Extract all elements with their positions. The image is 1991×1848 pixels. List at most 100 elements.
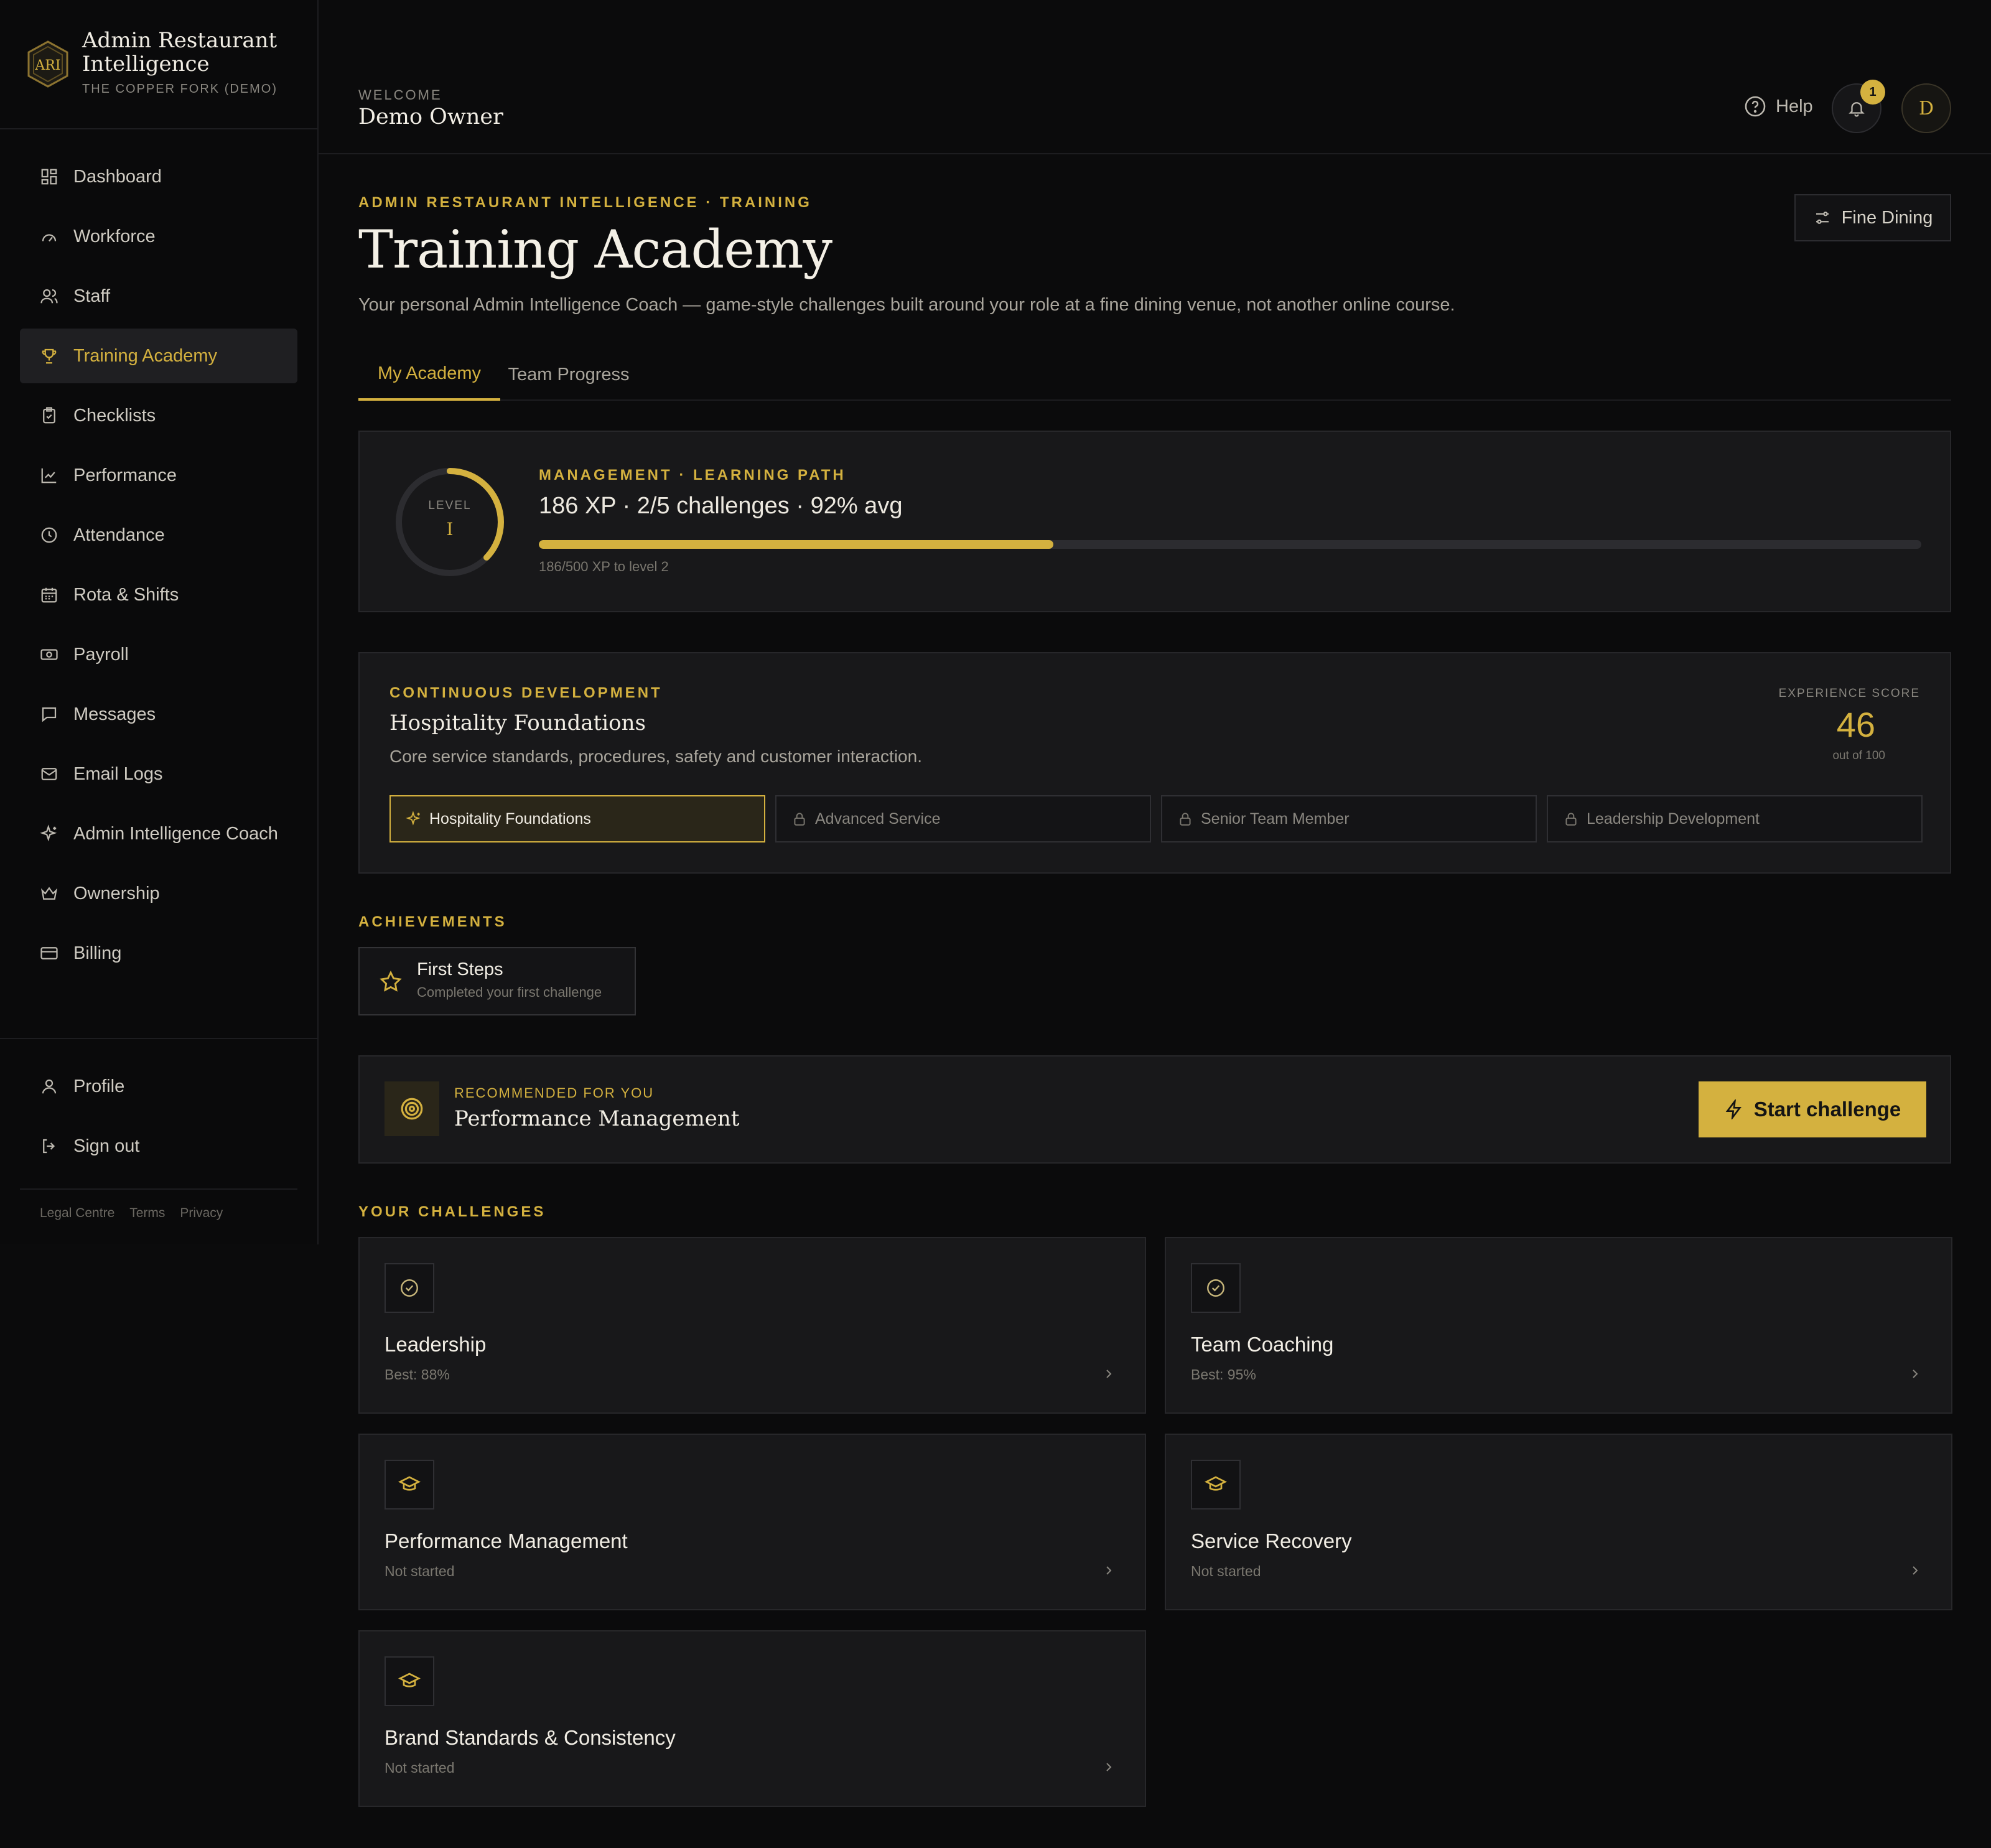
- challenge-title: Performance Management: [385, 1529, 628, 1552]
- sidebar-item-performance[interactable]: Performance: [20, 448, 297, 503]
- sidebar-item-ownership[interactable]: Ownership: [20, 866, 297, 921]
- challenge-title: Team Coaching: [1191, 1333, 1334, 1356]
- recommended-title: Performance Management: [454, 1106, 740, 1131]
- help-button[interactable]: Help: [1743, 95, 1813, 118]
- sidebar-item-checklists[interactable]: Checklists: [20, 388, 297, 443]
- sidebar-item-label: Email Logs: [73, 763, 163, 784]
- logo-lettering: ARI: [34, 58, 60, 73]
- challenge-card-team-coaching[interactable]: Team Coaching Best: 95%: [1165, 1237, 1952, 1414]
- sidebar-item-dashboard[interactable]: Dashboard: [20, 149, 297, 204]
- sidebar-item-billing[interactable]: Billing: [20, 926, 297, 981]
- mail-icon: [39, 763, 60, 785]
- brand-name: Admin Restaurant Intelligence: [82, 28, 277, 77]
- top-bar: WELCOME Demo Owner Help 1 D: [319, 66, 1991, 154]
- dev-level-hospitality-foundations[interactable]: Hospitality Foundations: [389, 795, 765, 842]
- users-icon: [39, 286, 60, 307]
- chevron-right-icon: [1101, 1760, 1116, 1775]
- tab-team-progress[interactable]: Team Progress: [500, 348, 637, 401]
- avatar[interactable]: D: [1901, 83, 1951, 133]
- challenge-card-performance-management[interactable]: Performance Management Not started: [358, 1434, 1146, 1610]
- sidebar-item-training-academy[interactable]: Training Academy: [20, 329, 297, 383]
- xp-remaining-text: 186/500 XP to level 2: [539, 559, 669, 574]
- challenge-card-leadership[interactable]: Leadership Best: 88%: [358, 1237, 1146, 1414]
- sidebar-item-admin-intelligence-coach[interactable]: Admin Intelligence Coach: [20, 806, 297, 861]
- sidebar-item-workforce[interactable]: Workforce: [20, 209, 297, 264]
- clock-icon: [39, 525, 60, 546]
- graduation-cap-icon: [1191, 1460, 1241, 1510]
- message-icon: [39, 704, 60, 725]
- sidebar-item-rota-shifts[interactable]: Rota & Shifts: [20, 567, 297, 622]
- challenge-status: Best: 88%: [385, 1366, 450, 1383]
- start-challenge-button[interactable]: Start challenge: [1699, 1081, 1926, 1137]
- venue-filter-button[interactable]: Fine Dining: [1794, 194, 1951, 241]
- calendar-icon: [39, 584, 60, 605]
- experience-score-value: 46: [1836, 705, 1875, 744]
- terms-link[interactable]: Terms: [129, 1206, 165, 1221]
- sidebar-item-label: Billing: [73, 943, 122, 963]
- privacy-link[interactable]: Privacy: [180, 1206, 223, 1221]
- sign-out-icon: [39, 1136, 60, 1157]
- dev-level-advanced-service[interactable]: Advanced Service: [775, 795, 1151, 842]
- chevron-right-icon: [1101, 1563, 1116, 1578]
- check-circle-icon: [1191, 1263, 1241, 1313]
- recommended-card: RECOMMENDED FOR YOU Performance Manageme…: [358, 1055, 1951, 1164]
- dashboard-icon: [39, 166, 60, 187]
- achievement-description: Completed your first challenge: [417, 984, 602, 1000]
- experience-score-max: out of 100: [1832, 749, 1885, 762]
- sidebar-item-label: Sign out: [73, 1136, 140, 1156]
- graduation-cap-icon: [385, 1656, 434, 1706]
- sidebar-item-email-logs[interactable]: Email Logs: [20, 747, 297, 801]
- legal-centre-link[interactable]: Legal Centre: [40, 1206, 114, 1221]
- challenge-status: Not started: [1191, 1563, 1261, 1579]
- sidebar-item-label: Staff: [73, 286, 111, 306]
- sidebar-divider: [0, 1038, 319, 1039]
- sidebar-item-label: Payroll: [73, 644, 129, 665]
- lock-icon: [791, 811, 808, 827]
- venue-name: THE COPPER FORK (DEMO): [82, 82, 278, 96]
- tab-my-academy[interactable]: My Academy: [358, 348, 500, 401]
- dev-level-senior-team-member[interactable]: Senior Team Member: [1161, 795, 1537, 842]
- user-icon: [39, 1076, 60, 1097]
- bell-icon: [1847, 99, 1866, 118]
- lightning-icon: [1724, 1099, 1744, 1119]
- experience-score-label: EXPERIENCE SCORE: [1778, 687, 1920, 700]
- achievements-heading: ACHIEVEMENTS: [358, 913, 507, 930]
- dev-level-label: Leadership Development: [1587, 810, 1760, 828]
- welcome-label: WELCOME: [358, 87, 442, 103]
- challenge-title: Brand Standards & Consistency: [385, 1726, 676, 1749]
- challenge-card-brand-standards[interactable]: Brand Standards & Consistency Not starte…: [358, 1630, 1146, 1807]
- line-chart-icon: [39, 465, 60, 486]
- challenges-heading: YOUR CHALLENGES: [358, 1203, 546, 1220]
- xp-progress-bar: [539, 540, 1921, 549]
- dev-level-label: Senior Team Member: [1201, 810, 1350, 828]
- sidebar-item-sign-out[interactable]: Sign out: [20, 1119, 297, 1174]
- dev-level-label: Hospitality Foundations: [429, 810, 591, 828]
- level-progress-card: LEVEL I MANAGEMENT · LEARNING PATH 186 X…: [358, 431, 1951, 612]
- chevron-right-icon: [1101, 1366, 1116, 1381]
- sidebar-item-messages[interactable]: Messages: [20, 687, 297, 742]
- legal-links: Legal Centre Terms Privacy: [40, 1206, 223, 1221]
- brand-header: ARI Admin Restaurant Intelligence THE CO…: [0, 0, 319, 129]
- sidebar-item-label: Admin Intelligence Coach: [73, 823, 278, 844]
- achievement-badge[interactable]: First Steps Completed your first challen…: [358, 947, 636, 1015]
- sidebar-item-attendance[interactable]: Attendance: [20, 508, 297, 562]
- chevron-right-icon: [1908, 1563, 1923, 1578]
- graduation-cap-icon: [385, 1460, 434, 1510]
- page-subtitle: Your personal Admin Intelligence Coach —…: [358, 295, 1455, 315]
- sidebar-item-profile[interactable]: Profile: [20, 1059, 297, 1114]
- challenge-title: Service Recovery: [1191, 1529, 1352, 1552]
- brand-logo[interactable]: ARI: [26, 40, 70, 88]
- development-description: Core service standards, procedures, safe…: [389, 747, 922, 766]
- sidebar-item-staff[interactable]: Staff: [20, 269, 297, 324]
- dev-level-label: Advanced Service: [815, 810, 941, 828]
- notification-badge: 1: [1860, 80, 1885, 105]
- user-name: Demo Owner: [358, 105, 503, 129]
- sidebar-item-payroll[interactable]: Payroll: [20, 627, 297, 682]
- chevron-right-icon: [1908, 1366, 1923, 1381]
- sidebar-item-label: Attendance: [73, 525, 165, 545]
- sidebar-item-label: Ownership: [73, 883, 160, 903]
- sidebar: ARI Admin Restaurant Intelligence THE CO…: [0, 0, 319, 1244]
- challenge-card-service-recovery[interactable]: Service Recovery Not started: [1165, 1434, 1952, 1610]
- lock-icon: [1177, 811, 1193, 827]
- dev-level-leadership-development[interactable]: Leadership Development: [1547, 795, 1923, 842]
